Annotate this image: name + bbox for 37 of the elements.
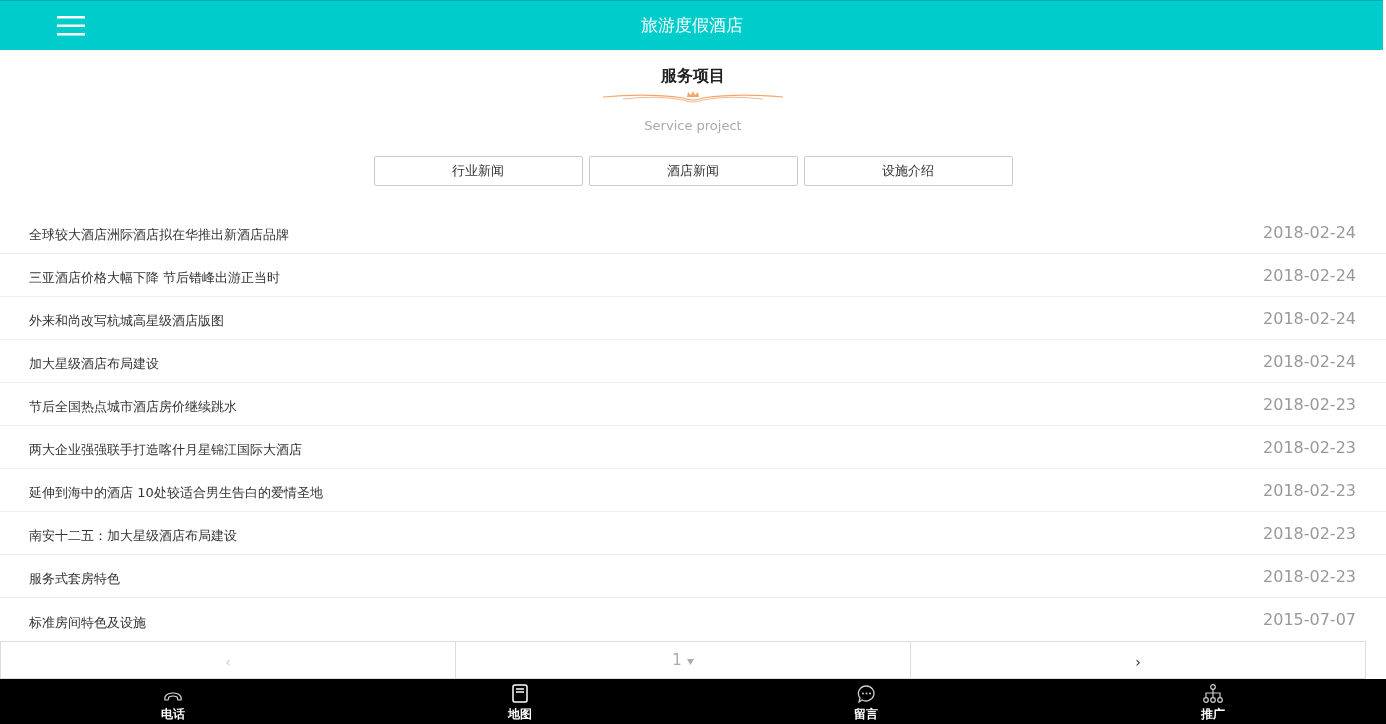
news-link[interactable]: 三亚酒店价格大幅下降 节后错峰出游正当时 (29, 263, 281, 287)
document-icon (511, 684, 528, 703)
category-tab[interactable]: 设施介绍 (803, 156, 1013, 186)
news-link[interactable]: 全球较大酒店洲际酒店拟在华推出新酒店品牌 (29, 220, 289, 244)
message-nav-button[interactable]: 留言 (693, 679, 1040, 724)
share-nav-button[interactable]: 推广 (1039, 679, 1386, 724)
news-date: 2018-02-24 (1263, 308, 1356, 328)
news-date: 2018-02-23 (1263, 437, 1356, 457)
category-tab[interactable]: 酒店新闻 (588, 156, 798, 186)
news-link[interactable]: 服务式套房特色 (29, 564, 120, 588)
page-title: 旅游度假酒店 (640, 14, 743, 37)
news-date: 2018-02-23 (1263, 480, 1356, 500)
caret-icon (686, 659, 694, 665)
news-link[interactable]: 节后全国热点城市酒店房价继续跳水 (29, 392, 237, 416)
news-date: 2018-02-23 (1263, 394, 1356, 414)
news-link[interactable]: 标准房间特色及设施 (29, 607, 146, 632)
chat-bubble-icon (856, 685, 876, 703)
news-link[interactable]: 延伸到海中的酒店 10处较适合男生告白的爱情圣地 (29, 478, 323, 502)
news-link[interactable]: 南安十二五：加大星级酒店布局建设 (29, 521, 237, 545)
news-link[interactable]: 外来和尚改写杭城高星级酒店版图 (29, 306, 224, 330)
map-nav-button[interactable]: 地图 (346, 679, 693, 724)
category-tab[interactable]: 行业新闻 (373, 156, 583, 186)
news-date: 2018-02-24 (1263, 265, 1356, 285)
news-link[interactable]: 两大企业强强联手打造喀什月星锦江国际大酒店 (29, 435, 302, 459)
next-page-button[interactable]: › (1129, 652, 1147, 672)
phone-nav-button[interactable]: 电话 (0, 679, 347, 724)
news-date: 2018-02-23 (1263, 523, 1356, 543)
news-link[interactable]: 加大星级酒店布局建设 (29, 349, 159, 373)
news-date: 2018-02-23 (1263, 566, 1356, 586)
news-date: 2015-07-07 (1263, 610, 1356, 629)
menu-icon[interactable] (57, 15, 85, 37)
phone-icon (163, 691, 184, 703)
section-subtitle: Service project (644, 118, 742, 133)
news-date: 2018-02-24 (1263, 222, 1356, 242)
section-title: 服务项目 (661, 66, 725, 87)
network-icon (1202, 684, 1223, 703)
news-date: 2018-02-24 (1263, 351, 1356, 371)
